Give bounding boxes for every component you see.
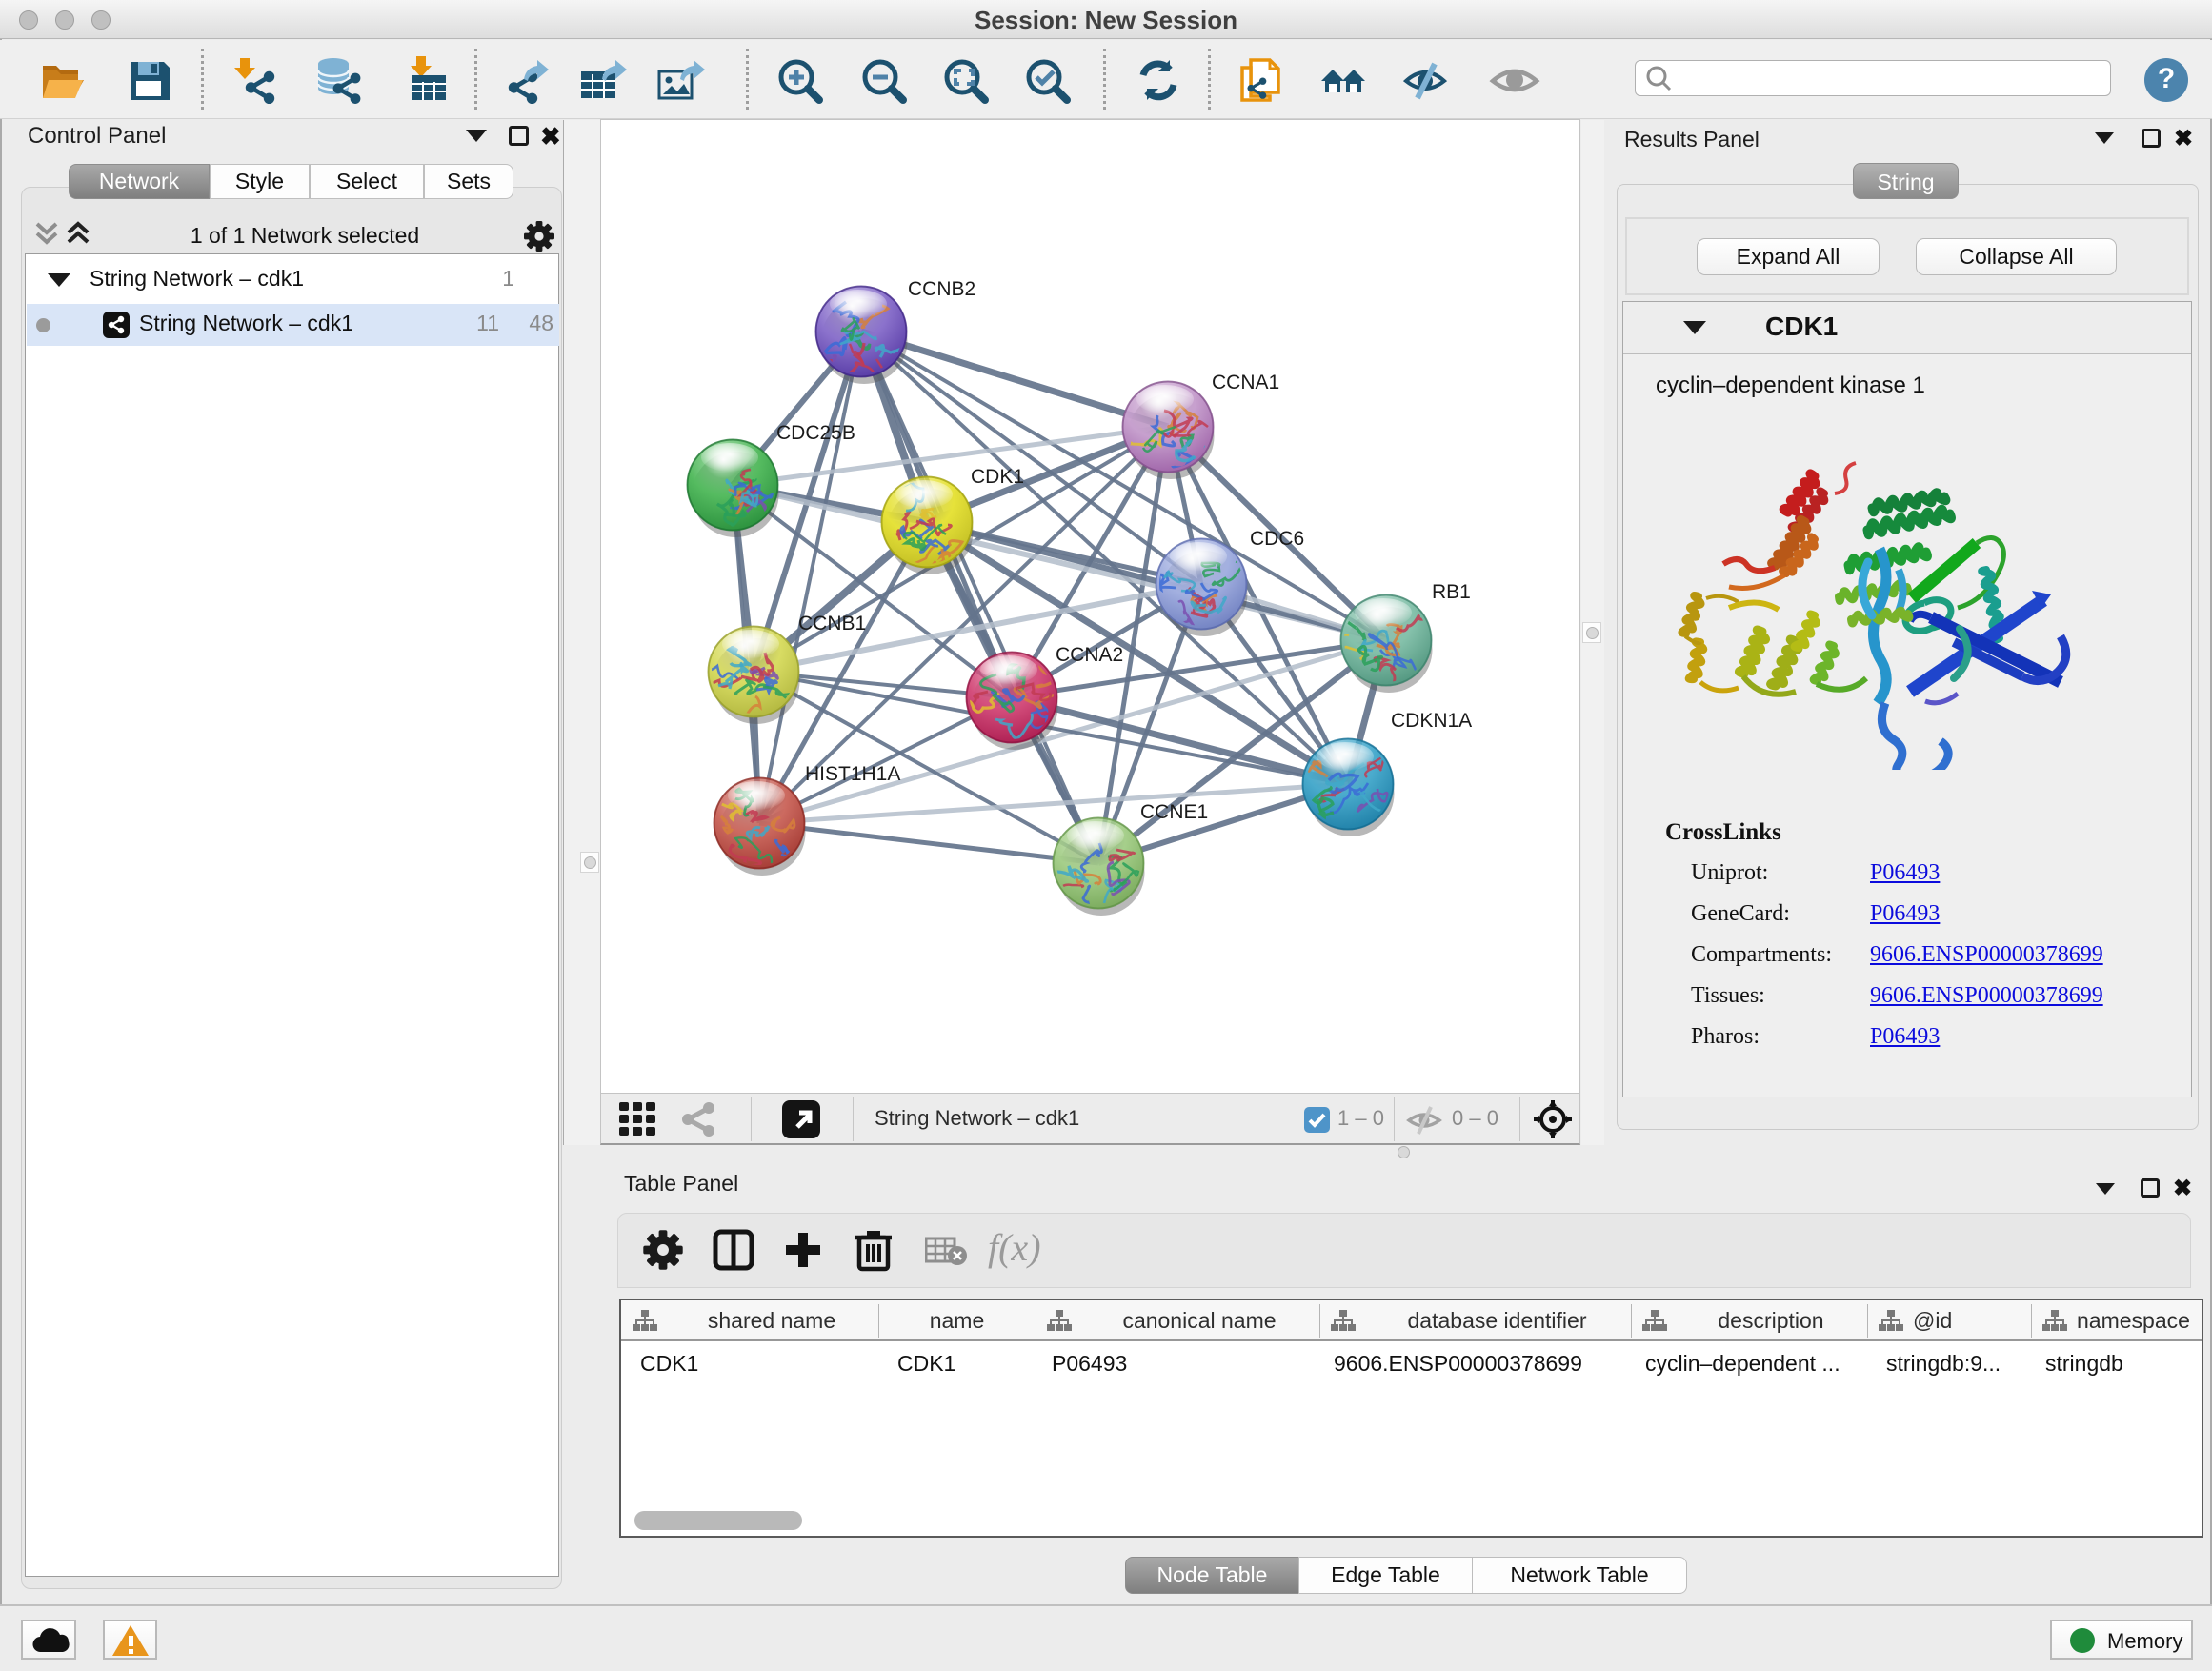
- svg-text:HIST1H1A: HIST1H1A: [805, 763, 900, 785]
- svg-text:CCNE1: CCNE1: [1140, 801, 1208, 823]
- svg-text:CDC6: CDC6: [1250, 528, 1304, 550]
- svg-text:CCNB1: CCNB1: [798, 613, 866, 634]
- svg-text:CDK1: CDK1: [971, 466, 1024, 488]
- svg-text:CCNA2: CCNA2: [1056, 644, 1123, 666]
- svg-text:CCNB2: CCNB2: [908, 278, 975, 300]
- svg-text:CDKN1A: CDKN1A: [1391, 710, 1472, 732]
- svg-text:CCNA1: CCNA1: [1212, 372, 1279, 393]
- svg-text:CDC25B: CDC25B: [776, 422, 855, 444]
- svg-text:RB1: RB1: [1432, 581, 1471, 603]
